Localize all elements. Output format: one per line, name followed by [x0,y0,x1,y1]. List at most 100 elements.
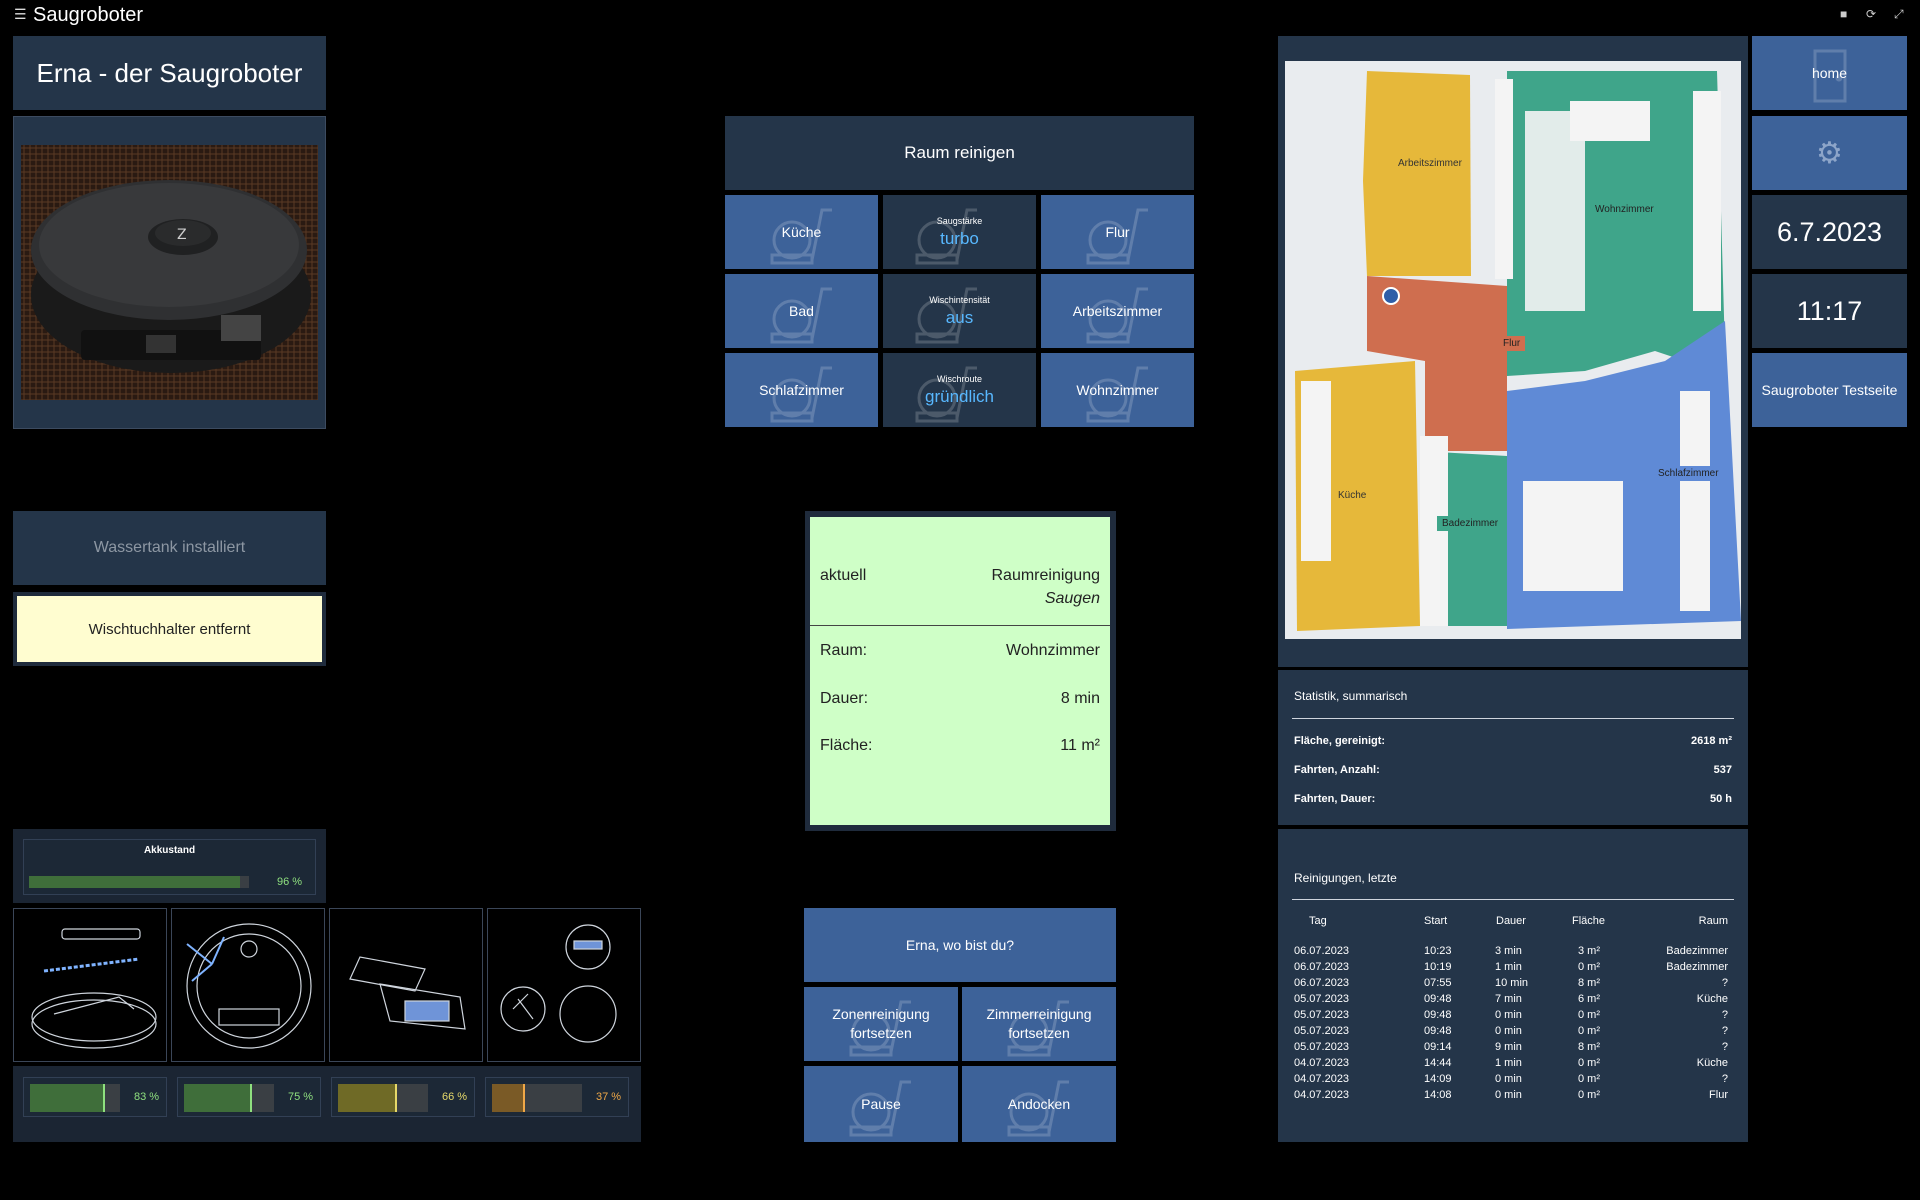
history-duration: 0 min [1495,1089,1522,1101]
history-room: ? [1721,1041,1728,1053]
history-duration: 9 min [1495,1041,1522,1053]
gear-icon: ⚙ [1816,136,1843,170]
battery-percent: 96 % [277,876,303,888]
home-button[interactable]: home [1752,36,1907,110]
map-label-kitchen: Küche [1333,488,1372,503]
history-area: 0 m² [1578,1089,1600,1101]
history-duration: 1 min [1495,961,1522,973]
history-title: Reinigungen, letzte [1294,871,1397,885]
consumable-bar-box: 75 % [177,1077,321,1117]
history-row: 05.07.2023 09:48 0 min 0 m²? [1294,1025,1732,1041]
history-day: 06.07.2023 [1294,961,1350,973]
history-day: 06.07.2023 [1294,945,1350,957]
history-day: 06.07.2023 [1294,977,1350,989]
history-row: 04.07.2023 14:08 0 min 0 m² Flur [1294,1089,1732,1105]
room-label: Küche [781,224,822,240]
consumable-percent: 66 % [442,1091,468,1103]
stats-count-label: Fahrten, Anzahl: [1294,764,1380,776]
room-button-kitchen[interactable]: Küche [725,195,878,269]
history-area: 8 m² [1578,1041,1600,1053]
history-start: 14:44 [1424,1057,1452,1069]
consumable-percent: 75 % [288,1091,314,1103]
history-area: 0 m² [1578,1025,1600,1037]
stats-divider [1292,718,1734,719]
history-day: 05.07.2023 [1294,1041,1350,1053]
refresh-icon[interactable]: ⟳ [1866,7,1876,21]
mop-intensity-value: aus [945,308,974,327]
consumable-bar-box: 83 % [23,1077,167,1117]
side-brush-image [171,908,325,1062]
consumable-bar-box: 66 % [331,1077,475,1117]
history-day: 05.07.2023 [1294,993,1350,1005]
mop-holder-status: Wischtuchhalter entfernt [17,596,322,662]
history-header-duration: Dauer [1496,915,1526,927]
history-row: 06.07.2023 10:19 1 min 0 m² Badezimmer [1294,961,1732,977]
status-area-label: Fläche: [820,737,873,754]
history-duration: 0 min [1495,1025,1522,1037]
pause-button[interactable]: Pause [804,1066,958,1142]
chat-icon[interactable]: ■ [1840,7,1847,21]
history-table: Tag Start Dauer Fläche Raum 06.07.2023 10… [1294,915,1732,1105]
room-button-bath[interactable]: Bad [725,274,878,348]
history-row: 06.07.2023 10:23 3 min 3 m² Badezimmer [1294,945,1732,961]
room-button-living[interactable]: Wohnzimmer [1041,353,1194,427]
zone-continue-label: Zonenreinigung fortsetzen [832,1006,930,1041]
history-duration: 7 min [1495,993,1522,1005]
history-duration: 0 min [1495,1009,1522,1021]
history-room: Badezimmer [1666,945,1728,957]
clean-room-title: Raum reinigen [904,143,1015,162]
status-mode: Raumreinigung [991,567,1100,584]
history-start: 10:19 [1424,961,1452,973]
floor-map[interactable]: Arbeitszimmer Wohnzimmer Flur Schlafzimm… [1285,61,1741,639]
history-panel: Reinigungen, letzte Tag Start Dauer Fläc… [1278,829,1748,1142]
history-duration: 0 min [1495,1073,1522,1085]
consumable-bar [492,1084,582,1112]
room-button-hall[interactable]: Flur [1041,195,1194,269]
history-row: 05.07.2023 09:14 9 min 8 m²? [1294,1041,1732,1057]
testpage-button[interactable]: Saugroboter Testseite [1752,353,1907,427]
room-button-bedroom[interactable]: Schlafzimmer [725,353,878,427]
sensor-image [487,908,641,1062]
mop-intensity-setting[interactable]: Wischintensität aus [883,274,1036,348]
history-row: 04.07.2023 14:09 0 min 0 m²? [1294,1073,1732,1089]
history-area: 6 m² [1578,993,1600,1005]
settings-button[interactable]: ⚙ [1752,116,1907,190]
history-header-room: Raum [1698,915,1728,927]
menu-icon[interactable]: ☰ [14,6,27,23]
time-value: 11:17 [1796,295,1863,326]
map-tile: Arbeitszimmer Wohnzimmer Flur Schlafzimm… [1278,36,1748,667]
robot-image-tile: Z [13,116,326,429]
water-tank-label: Wassertank installiert [93,539,246,556]
dock-button[interactable]: Andocken [962,1066,1116,1142]
map-label-bath: Badezimmer [1437,516,1504,531]
main-brush-image [13,908,167,1062]
mop-intensity-label: Wischintensität [929,295,990,305]
fullscreen-icon[interactable]: ⤢ [1894,7,1904,22]
locate-button[interactable]: Erna, wo bist du? [804,908,1116,982]
status-area-row: Fläche: 11 m² [820,737,1100,755]
mop-route-setting[interactable]: Wischroute gründlich [883,353,1036,427]
status-panel: aktuell Raumreinigung Saugen Raum: Wohnz… [805,511,1116,831]
testpage-label: Saugroboter Testseite [1761,382,1898,398]
status-current-row: aktuell Raumreinigung [820,567,1100,585]
room-continue-button[interactable]: Zimmerreinigung fortsetzen [962,987,1116,1061]
history-duration: 3 min [1495,945,1522,957]
suction-setting[interactable]: Saugstärke turbo [883,195,1036,269]
history-start: 10:23 [1424,945,1452,957]
dock-label: Andocken [1007,1096,1071,1112]
suction-label: Saugstärke [936,216,983,226]
history-day: 04.07.2023 [1294,1073,1350,1085]
stats-area-label: Fläche, gereinigt: [1294,735,1386,747]
consumable-bar-fill [184,1084,252,1112]
zone-continue-button[interactable]: Zonenreinigung fortsetzen [804,987,958,1061]
battery-bar-fill [29,876,241,888]
history-room: Flur [1709,1089,1728,1101]
consumables-bar-row: 83 % 75 % 66 % 37 % [13,1066,641,1142]
history-room: ? [1721,1025,1728,1037]
room-button-office[interactable]: Arbeitszimmer [1041,274,1194,348]
history-start: 07:55 [1424,977,1452,989]
consumable-bar [184,1084,274,1112]
battery-tile: Akkustand 96 % [13,829,326,903]
status-room-label: Raum: [820,642,868,659]
stats-area-value: 2618 m² [1691,735,1732,747]
